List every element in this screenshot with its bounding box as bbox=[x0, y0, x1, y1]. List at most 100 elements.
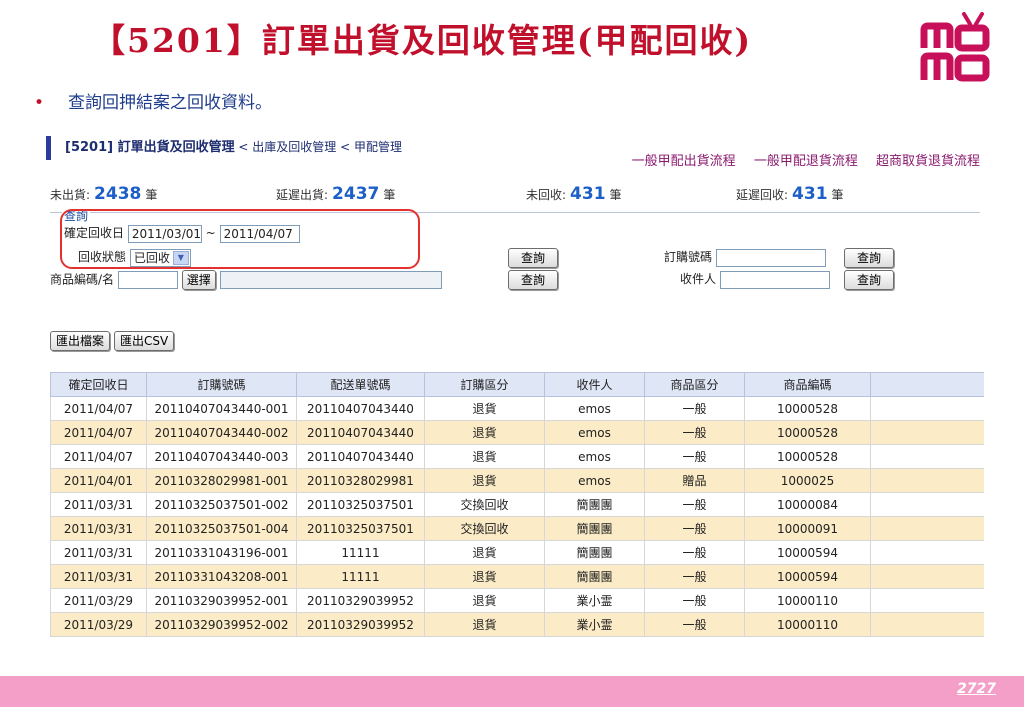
table-row[interactable]: 2011/03/31 20110331043208-001 11111 退貨 簡團團 一般… bbox=[50, 564, 984, 589]
table-cell: 10000110 bbox=[744, 612, 871, 637]
product-label: 商品編碼/名 bbox=[50, 272, 115, 287]
summary-bar: 未出貨: 2438 筆 延遲出貨: 2437 筆 未回收: 431 筆 延遲回收: 431 筆 bbox=[50, 184, 980, 206]
date-from-input[interactable]: 2011/03/01 bbox=[127, 224, 202, 243]
summary-delayed-recovery: 延遲回收: 431 筆 bbox=[736, 184, 844, 204]
table-cell: 老 bbox=[870, 396, 984, 421]
table-cell: 20110331043196-001 bbox=[146, 540, 297, 565]
table-header-row: 確定回收日 訂購號碼 配送單號碼 訂購區分 收件人 商品區分 商品編碼 bbox=[50, 372, 984, 397]
table-cell: 2011/03/31 bbox=[50, 492, 147, 517]
table-cell: 簡團團 bbox=[544, 540, 645, 565]
table-cell: 簡團團 bbox=[544, 492, 645, 517]
bullet-dot-icon: • bbox=[34, 93, 45, 113]
table-cell: 退貨 bbox=[424, 468, 545, 493]
table-cell: 2011/03/31 bbox=[50, 516, 147, 541]
table-cell: 一般 bbox=[644, 564, 745, 589]
results-table: 確定回收日 訂購號碼 配送單號碼 訂購區分 收件人 商品區分 商品編碼 2011… bbox=[50, 372, 984, 637]
table-cell: 退貨 bbox=[424, 564, 545, 589]
table-cell: 業小霊 bbox=[544, 588, 645, 613]
table-cell: 霹靂 bbox=[870, 612, 984, 637]
chevron-down-icon[interactable]: ▼ bbox=[172, 250, 189, 265]
table-cell: 2011/04/07 bbox=[50, 396, 147, 421]
table-row[interactable]: 2011/03/31 20110325037501-002 201103250375… bbox=[50, 492, 984, 517]
col-order-no[interactable]: 訂購號碼 bbox=[146, 372, 297, 397]
status-select[interactable]: 已回收 ▼ bbox=[129, 248, 191, 267]
table-cell: 10000084 bbox=[744, 492, 871, 517]
table-row[interactable]: 2011/03/31 20110331043196-001 11111 退貨 簡團團 一般… bbox=[50, 540, 984, 565]
table-cell: 20110325037501-002 bbox=[146, 492, 297, 517]
table-cell: 10000528 bbox=[744, 444, 871, 469]
order-no-label: 訂購號碼 bbox=[664, 250, 713, 264]
summary-not-recovered: 未回收: 431 筆 bbox=[526, 184, 622, 204]
table-cell: 一般 bbox=[644, 492, 745, 517]
date-separator: ~ bbox=[205, 226, 216, 240]
col-delivery-no[interactable]: 配送單號碼 bbox=[296, 372, 425, 397]
table-cell: emos bbox=[544, 444, 645, 469]
table-cell: 一般 bbox=[644, 516, 745, 541]
bullet-text: 查詢回押結案之回收資料。 bbox=[68, 93, 273, 113]
recipient-input[interactable] bbox=[719, 270, 830, 289]
table-cell: 老 bbox=[870, 444, 984, 469]
link-normal-return-flow[interactable]: 一般甲配退貨流程 bbox=[754, 154, 858, 169]
table-cell: 20110407043440 bbox=[296, 420, 425, 445]
table-cell: 11111 bbox=[296, 564, 425, 589]
order-no-input[interactable] bbox=[715, 248, 826, 267]
table-cell: 10000594 bbox=[744, 540, 871, 565]
recipient-label: 收件人 bbox=[680, 272, 717, 286]
table-row[interactable]: 2011/04/07 20110407043440-002 201104070434… bbox=[50, 420, 984, 445]
table-cell: Diana bbox=[870, 468, 984, 493]
table-row[interactable]: 2011/04/07 20110407043440-001 201104070434… bbox=[50, 396, 984, 421]
table-cell: 贈品 bbox=[644, 468, 745, 493]
table-cell: 2011/04/01 bbox=[50, 468, 147, 493]
table-cell: 10000528 bbox=[744, 396, 871, 421]
momo-logo-icon bbox=[920, 12, 990, 82]
recipient-query-button[interactable]: 查詢 bbox=[844, 270, 895, 290]
table-row[interactable]: 2011/03/31 20110325037501-004 201103250375… bbox=[50, 516, 984, 541]
table-cell: 20110325037501-004 bbox=[146, 516, 297, 541]
col-confirm-date[interactable]: 確定回收日 bbox=[50, 372, 147, 397]
breadcrumb-path[interactable]: < 出庫及回收管理 < 甲配管理 bbox=[235, 140, 402, 154]
export-file-button[interactable]: 匯出檔案 bbox=[50, 330, 111, 351]
table-cell: 一般 bbox=[644, 612, 745, 637]
table-row[interactable]: 2011/04/07 20110407043440-003 201104070434… bbox=[50, 444, 984, 469]
table-cell: 20110407043440-003 bbox=[146, 444, 297, 469]
table-cell: 2011/03/29 bbox=[50, 588, 147, 613]
col-product-code[interactable]: 商品編碼 bbox=[744, 372, 871, 397]
table-cell: 20110407043440-002 bbox=[146, 420, 297, 445]
table-cell: 一般 bbox=[644, 540, 745, 565]
link-store-pickup-return-flow[interactable]: 超商取貨退貨流程 bbox=[876, 154, 980, 169]
date-to-input[interactable]: 2011/04/07 bbox=[219, 224, 300, 243]
product-name-field bbox=[219, 271, 442, 289]
export-csv-button[interactable]: 匯出CSV bbox=[114, 330, 175, 351]
table-cell: 1000025 bbox=[744, 468, 871, 493]
product-query-button[interactable]: 查詢 bbox=[508, 270, 559, 290]
col-order-type[interactable]: 訂購區分 bbox=[424, 372, 545, 397]
table-cell: emos bbox=[544, 396, 645, 421]
table-cell: 退貨 bbox=[424, 588, 545, 613]
table-cell: 一般 bbox=[644, 420, 745, 445]
col-product-name[interactable] bbox=[870, 372, 984, 397]
table-cell: 10000594 bbox=[744, 564, 871, 589]
table-cell: 金光 bbox=[870, 564, 984, 589]
table-cell: 金光 bbox=[870, 540, 984, 565]
select-product-button[interactable]: 選擇 bbox=[181, 270, 216, 290]
table-cell: 老 bbox=[870, 420, 984, 445]
table-cell: 20110329039952-001 bbox=[146, 588, 297, 613]
link-normal-ship-flow[interactable]: 一般甲配出貨流程 bbox=[632, 154, 736, 169]
table-cell: 20110331043208-001 bbox=[146, 564, 297, 589]
table-cell: 20110407043440 bbox=[296, 396, 425, 421]
status-query-button[interactable]: 查詢 bbox=[508, 248, 559, 268]
table-row[interactable]: 2011/03/29 20110329039952-002 201103290399… bbox=[50, 612, 984, 637]
table-row[interactable]: 2011/04/01 20110328029981-001 201103280299… bbox=[50, 468, 984, 493]
breadcrumb: [5201] 訂單出貨及回收管理 < 出庫及回收管理 < 甲配管理 bbox=[46, 136, 402, 160]
table-cell: emos bbox=[544, 468, 645, 493]
order-no-row: 訂購號碼 bbox=[664, 248, 826, 267]
summary-unshipped: 未出貨: 2438 筆 bbox=[50, 184, 158, 204]
table-cell: 20110325037501 bbox=[296, 516, 425, 541]
order-query-button[interactable]: 查詢 bbox=[844, 248, 895, 268]
table-row[interactable]: 2011/03/29 20110329039952-001 201103290399… bbox=[50, 588, 984, 613]
col-product-type[interactable]: 商品區分 bbox=[644, 372, 745, 397]
table-cell: 20110407043440 bbox=[296, 444, 425, 469]
table-cell: 20110328029981-001 bbox=[146, 468, 297, 493]
product-code-input[interactable] bbox=[117, 271, 178, 289]
col-recipient[interactable]: 收件人 bbox=[544, 372, 645, 397]
